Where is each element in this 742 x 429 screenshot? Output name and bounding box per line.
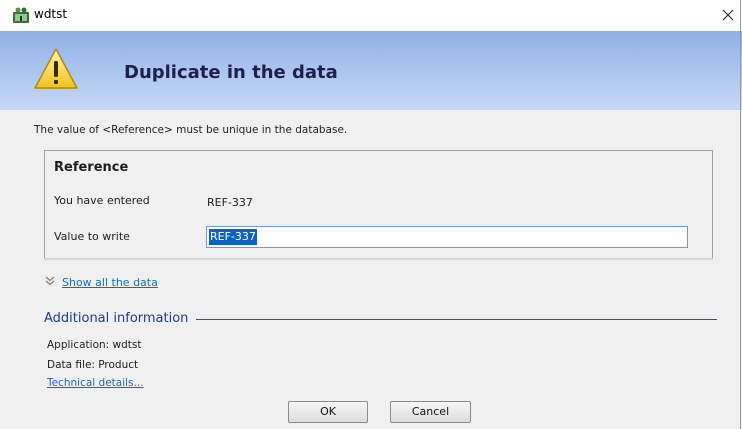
reference-group: Reference You have entered REF-337 Value… [44,150,713,259]
close-icon [722,9,734,21]
error-message: The value of <Reference> must be unique … [34,124,348,136]
additional-info-title: Additional information [44,311,189,326]
entered-label: You have entered [54,194,150,207]
wdtst-app-icon [12,7,30,24]
technical-details-link[interactable]: Technical details... [47,377,144,389]
entered-value: REF-337 [207,196,253,209]
data-file-info: Data file: Product [47,359,139,371]
value-to-write-input[interactable]: REF-337 [206,226,688,248]
group-shadow [44,258,713,261]
value-to-write-text: REF-337 [209,229,257,245]
warning-icon [33,46,79,92]
title-bar: wdtst [0,0,742,31]
application-info: Application: wdtst [47,339,142,351]
cancel-button[interactable]: Cancel [390,401,471,423]
section-divider [196,319,717,320]
write-label: Value to write [54,230,130,243]
reference-title: Reference [54,160,129,175]
window-title: wdtst [34,7,68,21]
ok-button[interactable]: OK [288,401,368,423]
close-button[interactable] [718,0,742,31]
double-chevron-down-icon[interactable] [45,276,55,286]
dialog-heading: Duplicate in the data [124,62,338,83]
header-banner: Duplicate in the data [0,31,742,110]
show-all-data-link[interactable]: Show all the data [62,276,158,289]
